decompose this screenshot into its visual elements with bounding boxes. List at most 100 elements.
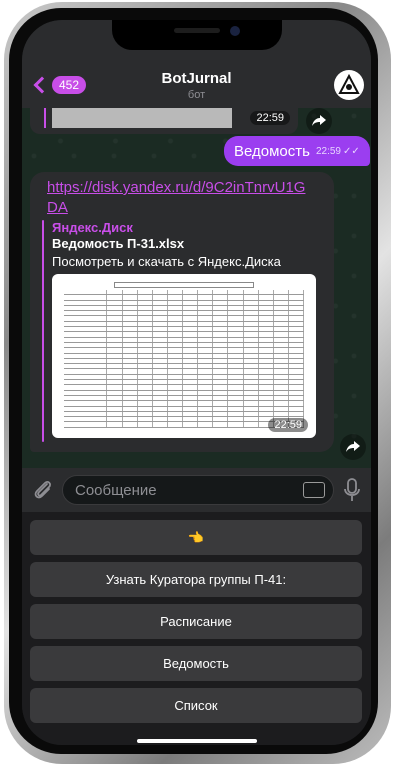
spreadsheet-cell (168, 411, 183, 417)
spreadsheet-cell (153, 305, 168, 311)
spreadsheet-cell (198, 300, 214, 305)
keyboard-button-list[interactable]: Список (30, 688, 362, 723)
share-button[interactable] (340, 434, 366, 460)
spreadsheet-cell (213, 411, 229, 417)
spreadsheet-cell (168, 327, 183, 332)
spreadsheet-cell (64, 348, 108, 353)
spreadsheet-cell (123, 390, 138, 395)
share-arrow-icon (346, 441, 360, 452)
spreadsheet-cell (198, 295, 214, 300)
spreadsheet-cell (123, 369, 138, 374)
spreadsheet-cell (153, 290, 168, 295)
spreadsheet-cell (244, 422, 259, 427)
spreadsheet-cell (168, 305, 183, 311)
outgoing-message-bubble[interactable]: Ведомость 22:59 ✓✓ (224, 136, 370, 166)
spreadsheet-cell (153, 327, 168, 332)
spreadsheet-cell (274, 353, 289, 358)
keyboard-icon[interactable] (303, 482, 325, 498)
spreadsheet-cell (153, 348, 168, 353)
spreadsheet-cell (153, 353, 168, 358)
spreadsheet-cell (213, 337, 229, 342)
spreadsheet-cell (107, 332, 123, 337)
spreadsheet-cell (138, 321, 153, 327)
spreadsheet-cell (244, 374, 259, 380)
spreadsheet-cell (168, 401, 183, 406)
spreadsheet-cell (228, 385, 244, 390)
spreadsheet-cell (274, 390, 289, 395)
double-check-icon: ✓✓ (342, 145, 360, 157)
spreadsheet-cell (289, 401, 304, 406)
spreadsheet-cell (64, 295, 108, 300)
spreadsheet-cell (183, 374, 199, 380)
spreadsheet-cell (259, 380, 274, 385)
spreadsheet-cell (64, 305, 108, 311)
spreadsheet-cell (289, 358, 304, 364)
spreadsheet-cell (123, 364, 138, 369)
spreadsheet-cell (213, 295, 229, 300)
spreadsheet-cell (274, 401, 289, 406)
spreadsheet-cell (107, 321, 123, 327)
message-time: 22:59 (315, 145, 341, 157)
keyboard-button-curator[interactable]: Узнать Куратора группы П-41: (30, 562, 362, 597)
share-button[interactable] (306, 108, 332, 134)
spreadsheet-cell (107, 358, 123, 364)
spreadsheet-cell (64, 411, 108, 417)
spreadsheet-cell (64, 358, 108, 364)
notch (112, 20, 282, 50)
spreadsheet-cell (168, 417, 183, 422)
spreadsheet-cell (153, 332, 168, 337)
keyboard-button-schedule[interactable]: Расписание (30, 604, 362, 639)
spreadsheet-cell (274, 305, 289, 311)
home-indicator[interactable] (137, 739, 257, 743)
spreadsheet-cell (198, 290, 214, 295)
spreadsheet-cell (138, 342, 153, 348)
microphone-icon[interactable] (342, 478, 362, 502)
spreadsheet-cell (259, 290, 274, 295)
link-preview-accent (42, 220, 44, 442)
spreadsheet-cell (183, 305, 199, 311)
spreadsheet-cell (183, 380, 199, 385)
chat-title[interactable]: BotJurnal (22, 70, 371, 87)
yandex-disk-link[interactable]: https://disk.yandex.ru/d/9C2inTnrvU1GDA (47, 178, 307, 218)
spreadsheet-cell (123, 327, 138, 332)
spreadsheet-cell (198, 374, 214, 380)
spreadsheet-cell (198, 406, 214, 411)
link-preview-image[interactable]: 22:59 (52, 274, 316, 438)
incoming-message-bubble[interactable]: https://disk.yandex.ru/d/9C2inTnrvU1GDA … (30, 172, 334, 452)
spreadsheet-cell (259, 411, 274, 417)
spreadsheet-cell (168, 395, 183, 401)
keyboard-button-statement[interactable]: Ведомость (30, 646, 362, 681)
spreadsheet-cell (183, 327, 199, 332)
spreadsheet-cell (213, 358, 229, 364)
spreadsheet-cell (123, 358, 138, 364)
spreadsheet-cell (183, 295, 199, 300)
spreadsheet-cell (289, 380, 304, 385)
chat-subtitle: бот (187, 89, 206, 101)
bot-avatar[interactable] (334, 70, 364, 100)
paperclip-icon[interactable] (32, 478, 54, 502)
spreadsheet-cell (183, 390, 199, 395)
keyboard-button-back[interactable]: 👈 (30, 520, 362, 555)
spreadsheet-cell (153, 321, 168, 327)
message-input[interactable]: Сообщение (62, 475, 334, 505)
spreadsheet-cell (153, 364, 168, 369)
spreadsheet-cell (138, 417, 153, 422)
previous-message-bubble[interactable]: 22:59 (30, 108, 298, 134)
spreadsheet-cell (123, 295, 138, 300)
spreadsheet-cell (259, 369, 274, 374)
spreadsheet-cell (244, 390, 259, 395)
previous-message-image[interactable] (52, 108, 232, 128)
spreadsheet-cell (198, 395, 214, 401)
spreadsheet-cell (198, 358, 214, 364)
spreadsheet-cell (107, 348, 123, 353)
spreadsheet-cell (138, 411, 153, 417)
spreadsheet-cell (274, 406, 289, 411)
spreadsheet-cell (244, 305, 259, 311)
spreadsheet-cell (107, 369, 123, 374)
spreadsheet-cell (244, 411, 259, 417)
spreadsheet-cell (213, 390, 229, 395)
spreadsheet-cell (213, 327, 229, 332)
spreadsheet-cell (289, 321, 304, 327)
spreadsheet-cell (64, 342, 108, 348)
spreadsheet-cell (198, 327, 214, 332)
